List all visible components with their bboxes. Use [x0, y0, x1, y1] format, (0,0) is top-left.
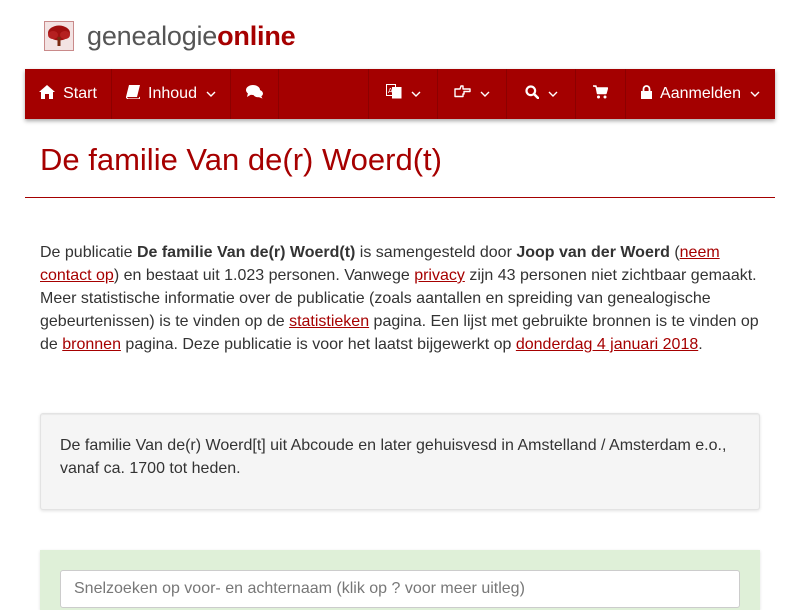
- publication-intro: De publicatie De familie Van de(r) Woerd…: [40, 241, 765, 356]
- description-text: De familie Van de(r) Woerd[t] uit Abcoud…: [60, 437, 727, 477]
- chevron-down-icon: [480, 85, 490, 103]
- title-divider: [25, 197, 775, 198]
- nav-shop[interactable]: [576, 69, 626, 119]
- nav-language[interactable]: A: [369, 69, 438, 119]
- nav-search[interactable]: [507, 69, 576, 119]
- nav-inhoud[interactable]: Inhoud: [112, 69, 231, 119]
- last-updated-link[interactable]: donderdag 4 januari 2018: [516, 336, 698, 353]
- chevron-down-icon: [206, 85, 216, 103]
- nav-start-label: Start: [63, 85, 97, 102]
- search-icon: [524, 84, 539, 104]
- site-name: genealogieonline: [87, 21, 296, 51]
- chevron-down-icon: [548, 85, 558, 103]
- family-tree-icon: [44, 21, 74, 51]
- intro-text: ) en bestaat uit 1.023 personen. Vanwege: [113, 267, 415, 284]
- nav-forum[interactable]: [231, 69, 279, 119]
- svg-text:A: A: [388, 87, 393, 95]
- nav-login-label: Aanmelden: [660, 85, 741, 102]
- main-navbar: Start Inhoud A Aanmelden: [25, 69, 775, 119]
- chevron-down-icon: [750, 85, 760, 103]
- intro-text: pagina. Deze publicatie is voor het laat…: [120, 336, 516, 353]
- lock-icon: [641, 84, 653, 104]
- intro-text: De publicatie: [40, 244, 137, 261]
- quick-search-panel: [40, 550, 760, 610]
- nav-start[interactable]: Start: [25, 69, 112, 119]
- nav-login[interactable]: Aanmelden: [626, 69, 775, 119]
- intro-text: is samengesteld door: [355, 244, 517, 261]
- language-icon: A: [385, 84, 402, 104]
- chevron-down-icon: [411, 85, 421, 103]
- publication-name: De familie Van de(r) Woerd(t): [136, 244, 356, 261]
- comments-icon: [246, 84, 263, 104]
- nav-spacer: [279, 69, 369, 119]
- statistics-link[interactable]: statistieken: [289, 313, 369, 330]
- publication-description: De familie Van de(r) Woerd[t] uit Abcoud…: [40, 413, 760, 510]
- nav-pointer-menu[interactable]: [438, 69, 507, 119]
- home-icon: [39, 84, 56, 104]
- shopping-cart-icon: [593, 84, 609, 104]
- site-logo[interactable]: genealogieonline: [44, 18, 296, 54]
- nav-inhoud-label: Inhoud: [148, 85, 197, 102]
- page-title: De familie Van de(r) Woerd(t): [40, 142, 442, 177]
- sources-link[interactable]: bronnen: [62, 336, 121, 353]
- privacy-link[interactable]: privacy: [414, 267, 465, 284]
- quick-search-input[interactable]: [60, 570, 740, 608]
- intro-text: .: [698, 336, 703, 353]
- book-icon: [125, 84, 141, 104]
- author-name: Joop van der Woerd: [516, 244, 670, 261]
- hand-pointer-icon: [454, 85, 471, 103]
